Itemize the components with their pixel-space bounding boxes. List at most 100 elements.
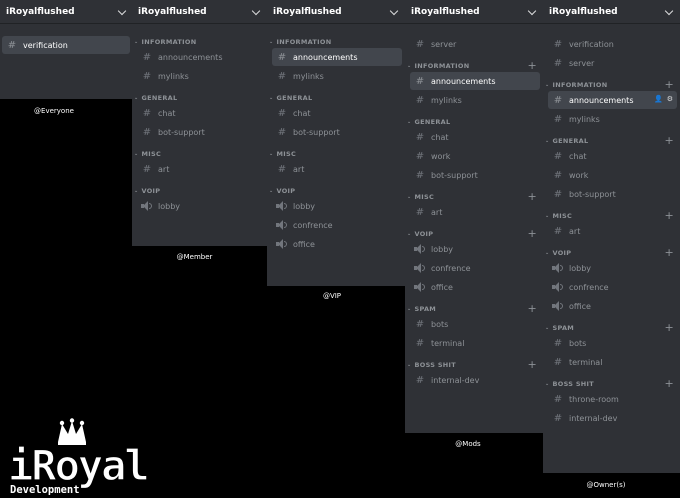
server-header[interactable]: iRoyalflushed bbox=[543, 0, 680, 24]
channel-chat[interactable]: # chat bbox=[410, 128, 540, 146]
channel-verification[interactable]: # verification bbox=[2, 36, 130, 54]
channel-art[interactable]: # art bbox=[272, 160, 402, 178]
chevron-down-icon[interactable] bbox=[664, 7, 674, 17]
channel-terminal[interactable]: # terminal bbox=[410, 334, 540, 352]
add-channel-icon[interactable]: + bbox=[527, 228, 537, 239]
voice-channel-confrence[interactable]: confrence bbox=[410, 259, 540, 277]
channel-internal-dev[interactable]: # internal-dev bbox=[548, 409, 677, 427]
channel-chat[interactable]: # chat bbox=[272, 104, 402, 122]
add-channel-icon[interactable]: + bbox=[527, 303, 537, 314]
category-boss-shit[interactable]: ⌄ BOSS SHIT + bbox=[405, 359, 543, 370]
chevron-down-icon[interactable] bbox=[251, 7, 261, 17]
category-general[interactable]: ⌄ GENERAL + bbox=[543, 135, 680, 146]
channel-announcements[interactable]: # announcements bbox=[272, 48, 402, 66]
voice-channel-confrence[interactable]: confrence bbox=[548, 278, 677, 296]
category-information[interactable]: ⌄ INFORMATION bbox=[132, 36, 267, 47]
channel-art[interactable]: # art bbox=[410, 203, 540, 221]
add-channel-icon[interactable]: + bbox=[664, 247, 674, 258]
add-channel-icon[interactable]: + bbox=[527, 359, 537, 370]
channel-server[interactable]: # server bbox=[410, 35, 540, 53]
voice-channel-lobby[interactable]: lobby bbox=[272, 197, 402, 215]
channel-art[interactable]: # art bbox=[548, 222, 677, 240]
channel-list-owner: iRoyalflushed # verification # server ⌄ INF… bbox=[543, 0, 680, 473]
channel-chat[interactable]: # chat bbox=[548, 147, 677, 165]
channel-throne-room[interactable]: # throne-room bbox=[548, 390, 677, 408]
category-voip[interactable]: ⌄ VOIP + bbox=[543, 247, 680, 258]
chevron-down-icon[interactable] bbox=[117, 7, 127, 17]
voice-channel-confrence[interactable]: confrence bbox=[272, 216, 402, 234]
channel-list-mods: iRoyalflushed # server ⌄ INFORMATION + # ann… bbox=[405, 0, 543, 433]
speaker-icon bbox=[552, 282, 564, 292]
channel-mylinks[interactable]: # mylinks bbox=[548, 110, 677, 128]
add-channel-icon[interactable]: + bbox=[664, 322, 674, 333]
hash-icon: # bbox=[415, 318, 425, 330]
channel-mylinks[interactable]: # mylinks bbox=[137, 67, 264, 85]
channel-server[interactable]: # server bbox=[548, 54, 677, 72]
category-misc[interactable]: ⌄ MISC + bbox=[405, 191, 543, 202]
add-channel-icon[interactable]: + bbox=[664, 79, 674, 90]
channel-work[interactable]: # work bbox=[410, 147, 540, 165]
add-channel-icon[interactable]: + bbox=[664, 135, 674, 146]
server-name: iRoyalflushed bbox=[273, 6, 342, 17]
category-general[interactable]: ⌄ GENERAL bbox=[132, 92, 267, 103]
hash-icon: # bbox=[553, 113, 563, 125]
channel-mylinks[interactable]: # mylinks bbox=[410, 91, 540, 109]
channel-work[interactable]: # work bbox=[548, 166, 677, 184]
role-label-member: @Member bbox=[176, 253, 213, 261]
channel-verification[interactable]: # verification bbox=[548, 35, 677, 53]
gear-icon[interactable]: ⚙ bbox=[667, 95, 673, 103]
voice-channel-office[interactable]: office bbox=[410, 278, 540, 296]
category-voip[interactable]: ⌄ VOIP bbox=[132, 185, 267, 196]
voice-channel-lobby[interactable]: lobby bbox=[137, 197, 264, 215]
channel-chat[interactable]: # chat bbox=[137, 104, 264, 122]
category-information[interactable]: ⌄ INFORMATION bbox=[267, 36, 405, 47]
hash-icon: # bbox=[553, 188, 563, 200]
voice-channel-office[interactable]: office bbox=[272, 235, 402, 253]
channel-bot-support[interactable]: # bot-support bbox=[137, 123, 264, 141]
hash-icon: # bbox=[553, 169, 563, 181]
server-header[interactable]: iRoyalflushed bbox=[267, 0, 405, 24]
channel-announcements[interactable]: # announcements 👤 ⚙ bbox=[548, 91, 677, 109]
invite-icon[interactable]: 👤 bbox=[654, 95, 663, 103]
channel-mylinks[interactable]: # mylinks bbox=[272, 67, 402, 85]
category-information[interactable]: ⌄ INFORMATION + bbox=[405, 60, 543, 71]
channel-bot-support[interactable]: # bot-support bbox=[410, 166, 540, 184]
category-boss-shit[interactable]: ⌄ BOSS SHIT + bbox=[543, 378, 680, 389]
server-header[interactable]: iRoyalflushed bbox=[132, 0, 267, 24]
add-channel-icon[interactable]: + bbox=[664, 378, 674, 389]
voice-channel-lobby[interactable]: lobby bbox=[548, 259, 677, 277]
chevron-down-icon[interactable] bbox=[527, 7, 537, 17]
category-information[interactable]: ⌄ INFORMATION + bbox=[543, 79, 680, 90]
category-misc[interactable]: ⌄ MISC + bbox=[543, 210, 680, 221]
add-channel-icon[interactable]: + bbox=[527, 60, 537, 71]
hash-icon: # bbox=[553, 225, 563, 237]
hash-icon: # bbox=[553, 337, 563, 349]
chevron-down-icon[interactable] bbox=[389, 7, 399, 17]
channel-terminal[interactable]: # terminal bbox=[548, 353, 677, 371]
category-voip[interactable]: ⌄ VOIP + bbox=[405, 228, 543, 239]
voice-channel-office[interactable]: office bbox=[548, 297, 677, 315]
category-general[interactable]: ⌄ GENERAL bbox=[405, 116, 543, 127]
server-header[interactable]: iRoyalflushed bbox=[0, 0, 133, 24]
channel-announcements[interactable]: # announcements bbox=[410, 72, 540, 90]
hash-icon: # bbox=[415, 94, 425, 106]
category-misc[interactable]: ⌄ MISC bbox=[267, 148, 405, 159]
channel-bot-support[interactable]: # bot-support bbox=[548, 185, 677, 203]
channel-list-vip: iRoyalflushed ⌄ INFORMATION # announcement… bbox=[267, 0, 405, 286]
voice-channel-lobby[interactable]: lobby bbox=[410, 240, 540, 258]
category-general[interactable]: ⌄ GENERAL bbox=[267, 92, 405, 103]
category-spam[interactable]: ⌄ SPAM + bbox=[405, 303, 543, 314]
channel-announcements[interactable]: # announcements bbox=[137, 48, 264, 66]
category-voip[interactable]: ⌄ VOIP bbox=[267, 185, 405, 196]
server-header[interactable]: iRoyalflushed bbox=[405, 0, 543, 24]
add-channel-icon[interactable]: + bbox=[664, 210, 674, 221]
channel-bots[interactable]: # bots bbox=[410, 315, 540, 333]
channel-internal-dev[interactable]: # internal-dev bbox=[410, 371, 540, 389]
channel-bot-support[interactable]: # bot-support bbox=[272, 123, 402, 141]
channel-art[interactable]: # art bbox=[137, 160, 264, 178]
add-channel-icon[interactable]: + bbox=[527, 191, 537, 202]
hash-icon: # bbox=[415, 150, 425, 162]
channel-bots[interactable]: # bots bbox=[548, 334, 677, 352]
category-spam[interactable]: ⌄ SPAM + bbox=[543, 322, 680, 333]
category-misc[interactable]: ⌄ MISC bbox=[132, 148, 267, 159]
